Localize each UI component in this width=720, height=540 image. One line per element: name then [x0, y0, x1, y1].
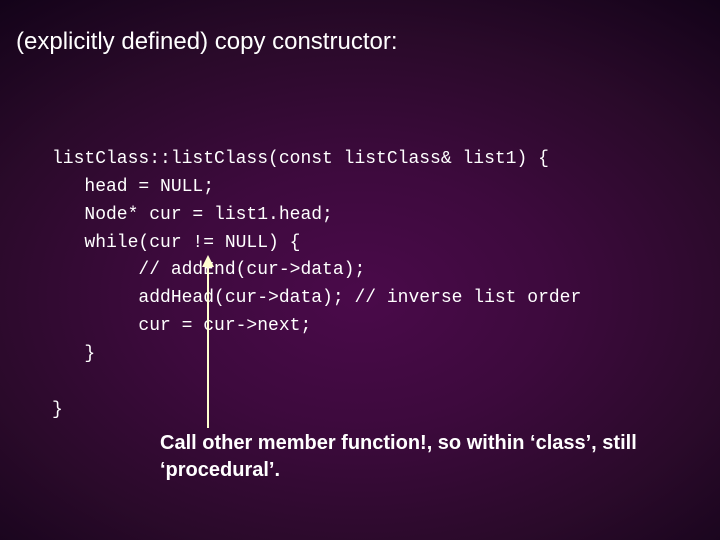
slide-heading: (explicitly defined) copy constructor: [16, 28, 398, 56]
code-line-1: listClass::listClass(const listClass& li… [52, 149, 549, 169]
code-line-6: addHead(cur->data); // inverse list orde… [52, 288, 581, 308]
slide: (explicitly defined) copy constructor: l… [0, 0, 720, 540]
code-line-9: } [52, 400, 63, 420]
code-line-3: Node* cur = list1.head; [52, 205, 333, 225]
code-line-4: while(cur != NULL) { [52, 233, 300, 253]
code-line-5: // addEnd(cur->data); [52, 260, 365, 280]
code-line-8: } [52, 344, 95, 364]
code-block: listClass::listClass(const listClass& li… [52, 118, 581, 425]
annotation-caption: Call other member function!, so within ‘… [160, 430, 660, 484]
code-line-2: head = NULL; [52, 177, 214, 197]
code-line-7: cur = cur->next; [52, 316, 311, 336]
